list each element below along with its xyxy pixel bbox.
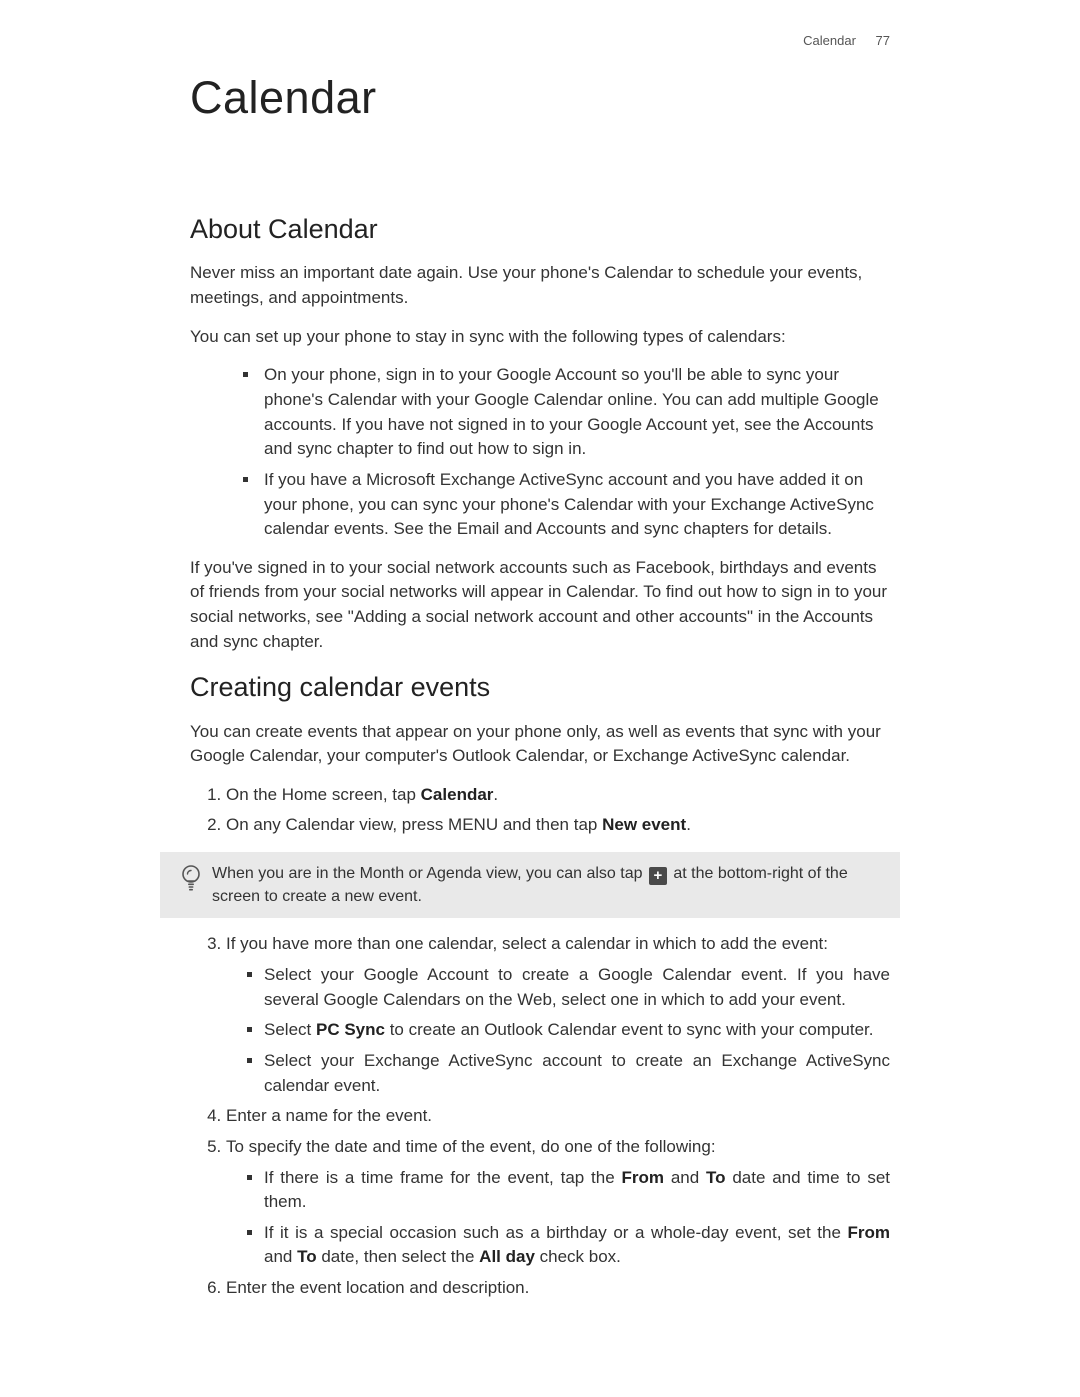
step-3-sub-2-post: to create an Outlook Calendar event to s… <box>385 1020 874 1039</box>
s5s2d: To <box>297 1247 317 1266</box>
step-3: If you have more than one calendar, sele… <box>226 932 890 1098</box>
creating-steps: On the Home screen, tap Calendar. On any… <box>190 783 890 838</box>
tip-icon-cell <box>170 862 212 892</box>
s5s2g: check box. <box>535 1247 621 1266</box>
step-1-text-post: . <box>493 785 498 804</box>
s5s2c: and <box>264 1247 297 1266</box>
section-creating-title: Creating calendar events <box>190 668 890 707</box>
step-5-sublist: If there is a time frame for the event, … <box>226 1166 890 1271</box>
about-bullet-1: On your phone, sign in to your Google Ac… <box>260 363 890 462</box>
about-bullet-list: On your phone, sign in to your Google Ac… <box>190 363 890 541</box>
step-5-sub-1: If there is a time frame for the event, … <box>264 1166 890 1215</box>
step-3-sub-2: Select PC Sync to create an Outlook Cale… <box>264 1018 890 1043</box>
step-6: Enter the event location and description… <box>226 1276 890 1301</box>
plus-icon: + <box>649 867 667 885</box>
step-2-text-pre: On any Calendar view, press MENU and the… <box>226 815 602 834</box>
step-3-sub-1: Select your Google Account to create a G… <box>264 963 890 1012</box>
step-5: To specify the date and time of the even… <box>226 1135 890 1270</box>
step-1: On the Home screen, tap Calendar. <box>226 783 890 808</box>
about-bullet-2: If you have a Microsoft Exchange ActiveS… <box>260 468 890 542</box>
page: Calendar 77 Calendar About Calendar Neve… <box>0 0 1080 1397</box>
step-2: On any Calendar view, press MENU and the… <box>226 813 890 838</box>
section-about-title: About Calendar <box>190 210 890 249</box>
running-header: Calendar 77 <box>803 32 890 51</box>
step-3-sub-3: Select your Exchange ActiveSync account … <box>264 1049 890 1098</box>
header-page-number: 77 <box>876 33 890 48</box>
step-2-text-post: . <box>686 815 691 834</box>
about-paragraph-2: You can set up your phone to stay in syn… <box>190 325 890 350</box>
s5s1a: If there is a time frame for the event, … <box>264 1168 622 1187</box>
lightbulb-icon <box>180 864 202 892</box>
s5s1b: From <box>622 1168 665 1187</box>
about-paragraph-3: If you've signed in to your social netwo… <box>190 556 890 655</box>
step-3-sub-2-pre: Select <box>264 1020 316 1039</box>
creating-steps-continued: If you have more than one calendar, sele… <box>190 932 890 1300</box>
tip-box: When you are in the Month or Agenda view… <box>160 852 900 918</box>
step-5-sub-2: If it is a special occasion such as a bi… <box>264 1221 890 1270</box>
s5s2b: From <box>848 1223 891 1242</box>
s5s2f: All day <box>479 1247 535 1266</box>
step-5-intro: To specify the date and time of the even… <box>226 1137 716 1156</box>
tip-text-pre: When you are in the Month or Agenda view… <box>212 865 647 882</box>
s5s1c: and <box>664 1168 706 1187</box>
tip-text: When you are in the Month or Agenda view… <box>212 862 890 908</box>
step-3-sub-2-bold: PC Sync <box>316 1020 385 1039</box>
creating-intro: You can create events that appear on you… <box>190 720 890 769</box>
chapter-title: Calendar <box>190 65 890 130</box>
step-4: Enter a name for the event. <box>226 1104 890 1129</box>
step-3-sublist: Select your Google Account to create a G… <box>226 963 890 1098</box>
about-paragraph-1: Never miss an important date again. Use … <box>190 261 890 310</box>
header-section: Calendar <box>803 33 856 48</box>
s5s2e: date, then select the <box>317 1247 480 1266</box>
step-1-bold: Calendar <box>421 785 494 804</box>
step-2-bold: New event <box>602 815 686 834</box>
s5s2a: If it is a special occasion such as a bi… <box>264 1223 848 1242</box>
step-3-intro: If you have more than one calendar, sele… <box>226 934 828 953</box>
s5s1d: To <box>706 1168 726 1187</box>
step-1-text-pre: On the Home screen, tap <box>226 785 421 804</box>
